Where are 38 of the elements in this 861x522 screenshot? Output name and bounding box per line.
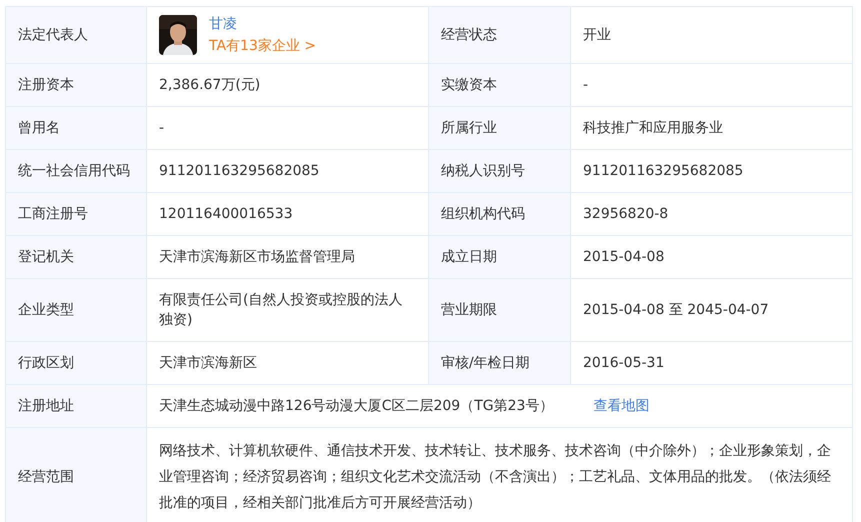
label-cell: 审核/年检日期	[428, 342, 570, 384]
label-cell: 注册地址	[6, 384, 146, 428]
value-cell: 天津市滨海新区市场监督管理局	[146, 236, 428, 278]
label-cell: 经营范围	[6, 428, 146, 522]
value-cell: 2015-04-08 至 2045-04-07	[570, 278, 852, 342]
label-cell: 实缴资本	[428, 64, 570, 106]
value-cell: 网络技术、计算机软硬件、通信技术开发、技术转让、技术服务、技术咨询（中介除外）；企业形象策划，企业管理咨询；经济贸易咨询；组织文化艺术交流活动（不含演出）；工艺礼品、文体用品的批发。（依法须经批准的项目，经相关部门批准后方可开展经营活动）	[146, 428, 852, 522]
label-cell: 企业类型	[6, 278, 146, 342]
map-link[interactable]: 查看地图	[593, 396, 650, 416]
label-cell: 纳税人识别号	[428, 150, 570, 192]
label-cell: 法定代表人	[6, 6, 146, 64]
value-cell: -	[146, 106, 428, 150]
label-cell: 营业期限	[428, 278, 570, 342]
label-cell: 组织机构代码	[428, 192, 570, 236]
value-cell: 2,386.67万(元)	[146, 64, 428, 106]
label-cell: 统一社会信用代码	[6, 150, 146, 192]
value-cell: 911201163295682085	[146, 150, 428, 192]
value-cell: 911201163295682085	[570, 150, 852, 192]
label-cell: 经营状态	[428, 6, 570, 64]
address-text: 天津生态城动漫中路126号动漫大厦C区二层209（TG第23号）	[159, 397, 554, 416]
person-link[interactable]: 甘凌	[209, 13, 237, 35]
label-cell: 行政区划	[6, 342, 146, 384]
label-cell: 所属行业	[428, 106, 570, 150]
value-cell: 科技推广和应用服务业	[570, 106, 852, 150]
label-cell: 成立日期	[428, 236, 570, 278]
value-cell: 120116400016533	[146, 192, 428, 236]
value-cell: 32956820-8	[570, 192, 852, 236]
label-cell: 登记机关	[6, 236, 146, 278]
label-cell: 注册资本	[6, 64, 146, 106]
value-cell: -	[570, 64, 852, 106]
value-cell: 2015-04-08	[570, 236, 852, 278]
value-cell: 开业	[570, 6, 852, 64]
value-cell: 2016-05-31	[570, 342, 852, 384]
label-cell: 工商注册号	[6, 192, 146, 236]
label-cell: 曾用名	[6, 106, 146, 150]
value-cell: 天津市滨海新区	[146, 342, 428, 384]
companies-link[interactable]: TA有13家企业 >	[209, 35, 316, 57]
value-cell: 有限责任公司(自然人投资或控股的法人独资)	[146, 278, 428, 342]
